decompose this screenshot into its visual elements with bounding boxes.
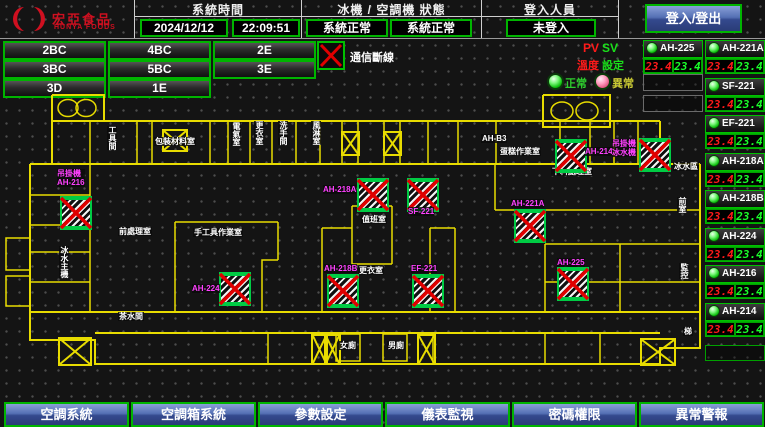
room-label: 監控: [679, 263, 689, 279]
room-label: 電氣室: [231, 122, 241, 146]
room-label: 更衣室: [254, 121, 264, 145]
shaft-x-icon: [383, 131, 402, 156]
room-label: 包裝材料室: [154, 137, 196, 146]
unit-marker-ah-224[interactable]: [219, 272, 251, 306]
unit-marker-ah-221a[interactable]: [514, 209, 546, 243]
unit-marker-ah-225[interactable]: [557, 267, 589, 301]
unit-marker-ah-214[interactable]: [555, 139, 587, 173]
unit-marker-ef-221[interactable]: [412, 274, 444, 308]
room-label: 工具間: [107, 126, 117, 150]
room-label: 手工具作業室: [193, 228, 243, 237]
comm-loss-x-icon: [325, 272, 361, 310]
room-label: 冰水主機: [59, 246, 69, 278]
room-label: 女廁: [339, 341, 357, 350]
comm-loss-x-icon: [555, 265, 591, 303]
comm-loss-x-icon: [355, 176, 391, 214]
unit-marker-label: AH-214: [585, 147, 613, 156]
room-label: 更衣室: [358, 266, 384, 275]
room-label: 前室: [677, 197, 687, 213]
shaft-x-icon: [640, 338, 676, 366]
unit-marker-label: SF-221: [408, 207, 434, 216]
hmi-screen: { "header": { "logo": { "title": "宏亞食品",…: [0, 0, 765, 426]
unit-marker-label: AH-218A: [323, 185, 356, 194]
unit-marker-label: AH-225: [557, 258, 585, 267]
unit-marker-label: AH-224: [192, 284, 220, 293]
room-label: 洗手間: [278, 121, 288, 145]
room-label: 值班室: [361, 215, 387, 224]
room-label: 茶水間: [118, 312, 144, 321]
unit-marker-ah-218b[interactable]: [327, 274, 359, 308]
unit-marker-ah-216[interactable]: [60, 196, 92, 230]
room-label: 風淋室: [311, 121, 321, 145]
floorplan: 工具間包裝材料室電氣室更衣室洗手間風淋室AH-B3蛋糕作業室下料處理室冰水區前處…: [0, 0, 765, 426]
shaft-x-icon: [341, 131, 360, 156]
comm-loss-x-icon: [410, 272, 446, 310]
room-label: 前處理室: [118, 227, 152, 236]
comm-loss-x-icon: [637, 136, 673, 174]
shaft-x-icon: [58, 337, 92, 366]
unit-marker-chiller[interactable]: [639, 138, 671, 172]
comm-loss-x-icon: [512, 207, 548, 245]
shaft-x-icon: [417, 334, 436, 365]
unit-marker-ah-218a[interactable]: [357, 178, 389, 212]
unit-marker-label: AH-218B: [324, 264, 357, 273]
unit-marker-label: EF-221: [411, 264, 437, 273]
comm-loss-x-icon: [58, 194, 94, 232]
unit-marker-label: 吊掛機 冰水機: [612, 139, 636, 157]
room-label: 冰水區: [673, 162, 699, 171]
room-label: 男廁: [387, 341, 405, 350]
comm-loss-x-icon: [217, 270, 253, 308]
room-label: 蛋糕作業室: [499, 147, 541, 156]
unit-marker-label: 吊掛機 AH-216: [57, 169, 85, 187]
unit-marker-label: AH-221A: [511, 199, 544, 208]
room-label: AH-B3: [481, 134, 507, 143]
comm-loss-x-icon: [553, 137, 589, 175]
room-label: 梯: [683, 327, 693, 336]
